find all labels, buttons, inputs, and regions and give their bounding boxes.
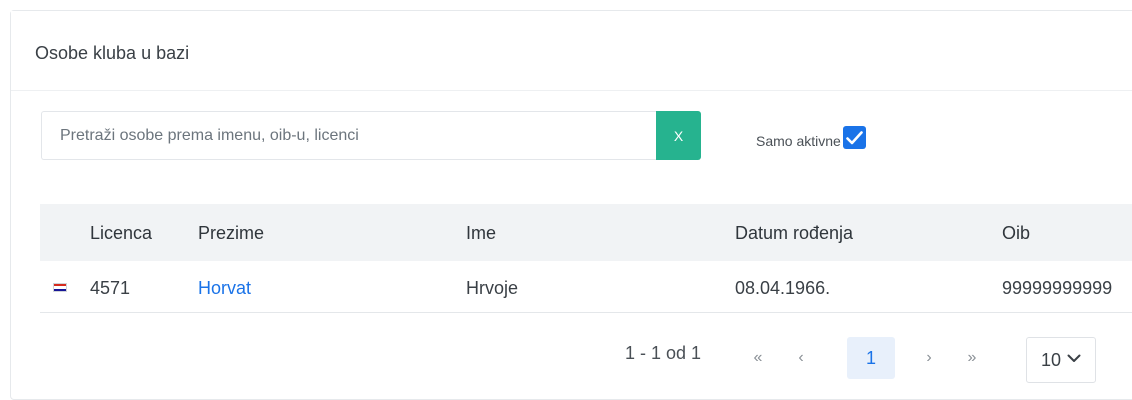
page-size-select[interactable]: 10 [1026, 337, 1096, 383]
table-header: Licenca Prezime Ime Datum rođenja Oib [40, 204, 1132, 261]
card-header: Osobe kluba u bazi [11, 11, 1132, 91]
active-only-checkbox[interactable] [842, 126, 866, 149]
pagination-info: 1 - 1 od 1 [625, 343, 702, 363]
column-header-licenca[interactable]: Licenca [90, 223, 152, 244]
column-header-oib[interactable]: Oib [1002, 223, 1030, 244]
table-row: 4571 Horvat Hrvoje 08.04.1966. 999999999… [40, 261, 1132, 313]
active-only-label: Samo aktivne [756, 133, 841, 149]
croatia-flag-icon [53, 283, 67, 292]
cell-oib: 99999999999 [1002, 278, 1113, 298]
cell-prezime-link[interactable]: Horvat [198, 278, 251, 299]
page-size-value: 10 [1041, 349, 1062, 370]
next-page-button[interactable]: › [911, 337, 947, 379]
cell-datum-rodenja: 08.04.1966. [735, 278, 831, 298]
search-input[interactable] [41, 111, 657, 160]
last-page-button[interactable]: » [954, 337, 990, 379]
column-header-ime[interactable]: Ime [466, 223, 496, 244]
page-1-button[interactable]: 1 [847, 337, 895, 379]
cell-ime: Hrvoje [466, 278, 519, 298]
column-header-datum-rodenja[interactable]: Datum rođenja [735, 223, 853, 244]
cell-licenca: 4571 [90, 278, 131, 298]
pagination: 1 - 1 od 1 « ‹ 1 › » 10 [11, 327, 1132, 383]
first-page-button[interactable]: « [740, 337, 776, 379]
search-group: X [41, 111, 701, 160]
column-header-prezime[interactable]: Prezime [198, 223, 264, 244]
chevron-down-icon [1067, 354, 1081, 362]
prev-page-button[interactable]: ‹ [783, 337, 819, 379]
active-filter: Samo aktivne [756, 125, 866, 149]
clear-search-button[interactable]: X [656, 111, 701, 160]
card-title: Osobe kluba u bazi [35, 43, 190, 63]
people-card: Osobe kluba u bazi X Samo aktivne Licenc… [10, 10, 1132, 400]
checkmark-icon [846, 130, 863, 144]
